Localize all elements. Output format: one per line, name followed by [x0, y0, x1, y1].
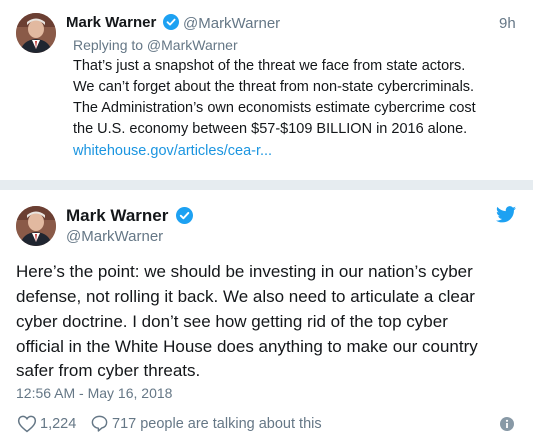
like-count[interactable]: 1,224: [40, 416, 76, 432]
author-name[interactable]: Mark Warner: [66, 206, 168, 226]
twitter-bird-icon[interactable]: [496, 206, 516, 228]
talking-count[interactable]: 717 people are talking about this: [112, 416, 322, 432]
info-icon[interactable]: [500, 417, 514, 436]
tweet-text-line: cyber doctrine. I don’t see how getting …: [16, 312, 448, 331]
author-handle[interactable]: @MarkWarner: [66, 228, 163, 245]
author-name[interactable]: Mark Warner: [66, 14, 156, 31]
tweet-text-line: safer from cyber threats.: [16, 361, 201, 380]
divider: [0, 180, 533, 190]
tweet-text-line: We can’t forget about the threat from no…: [73, 79, 475, 95]
tweet-text-line: official in the White House does anythin…: [16, 337, 478, 356]
tweet-text-line: The Administration’s own economists esti…: [73, 100, 476, 116]
tweet-text-line: That’s just a snapshot of the threat we …: [73, 58, 466, 74]
author-handle[interactable]: @MarkWarner: [183, 15, 280, 32]
tweet-time[interactable]: 9h: [499, 15, 516, 32]
tweet-text-line: defense, not rolling it back. We also ne…: [16, 287, 475, 306]
verified-badge-icon: [176, 207, 193, 229]
comment-bubble-icon[interactable]: [90, 414, 109, 438]
avatar[interactable]: [16, 206, 56, 246]
heart-icon[interactable]: [17, 414, 37, 438]
verified-badge-icon: [163, 14, 179, 35]
replying-to[interactable]: Replying to @MarkWarner: [73, 37, 238, 53]
article-link[interactable]: whitehouse.gov/articles/cea-r...: [73, 143, 272, 159]
avatar[interactable]: [16, 13, 56, 53]
tweet-timestamp[interactable]: 12:56 AM - May 16, 2018: [16, 385, 172, 401]
tweet-text-line: Here’s the point: we should be investing…: [16, 262, 473, 281]
tweet-text-line: the U.S. economy between $57-$109 BILLIO…: [73, 121, 468, 137]
